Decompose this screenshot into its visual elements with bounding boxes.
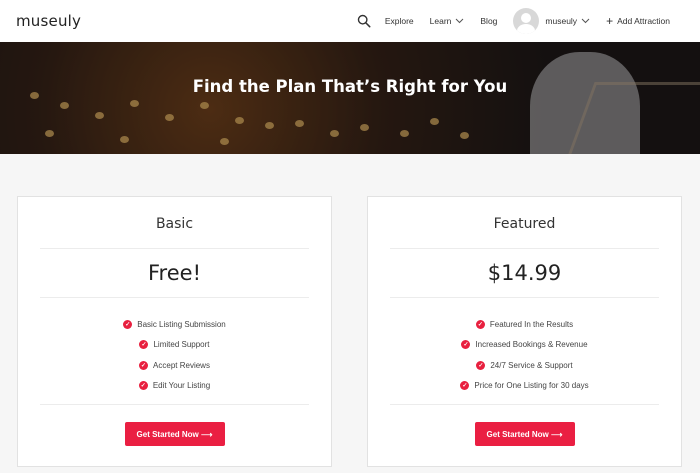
divider [390,404,659,405]
list-item: ✓ Edit Your Listing [18,376,331,397]
nav-blog[interactable]: Blog [480,16,497,26]
get-started-button[interactable]: Get Started Now ⟶ [124,422,225,446]
feature-label: Limited Support [153,340,210,350]
feature-label: 24/7 Service & Support [490,360,573,370]
list-item: ✓ 24/7 Service & Support [368,355,681,376]
plus-icon: + [606,14,614,28]
check-icon: ✓ [476,360,486,370]
list-item: ✓ Limited Support [18,335,331,356]
feature-label: Accept Reviews [153,360,210,370]
list-item: ✓ Featured In the Results [368,314,681,335]
feature-label: Basic Listing Submission [137,319,226,329]
site-logo[interactable]: museuly [16,12,81,30]
get-started-button[interactable]: Get Started Now ⟶ [474,422,575,446]
add-attraction-link[interactable]: + Add Attraction [606,15,670,27]
check-icon: ✓ [461,340,471,350]
feature-label: Price for One Listing for 30 days [474,381,589,391]
search-icon[interactable] [357,14,371,28]
list-item: ✓ Basic Listing Submission [18,314,331,335]
list-item: ✓ Price for One Listing for 30 days [368,376,681,397]
list-item: ✓ Increased Bookings & Revenue [368,335,681,356]
divider [390,248,659,249]
chevron-down-icon [581,18,590,24]
hero-banner [0,42,700,154]
feature-label: Edit Your Listing [152,381,211,391]
plan-name: Basic [155,216,194,232]
plan-price: Free! [148,261,201,285]
divider [40,404,309,405]
feature-label: Featured In the Results [489,319,574,329]
nav-learn-label: Learn [429,16,452,26]
check-icon: ✓ [475,319,485,329]
top-header: museuly Explore Learn Blog museuly + Add… [0,0,700,42]
check-icon: ✓ [123,319,133,329]
user-menu[interactable]: museuly [513,8,590,34]
plan-price: $14.99 [487,261,562,285]
main-nav: Explore Learn Blog museuly + Add Attract… [357,0,670,42]
divider [390,297,659,298]
check-icon: ✓ [139,360,149,370]
nav-learn[interactable]: Learn [430,16,465,26]
plan-card-basic: Basic Free! ✓ Basic Listing Submission ✓ L… [17,196,332,467]
add-attraction-label: Add Attraction [617,16,670,26]
feature-list: ✓ Basic Listing Submission ✓ Limited Suppo… [18,314,331,396]
feature-list: ✓ Featured In the Results ✓ Increased Book… [368,314,681,396]
chevron-down-icon [456,18,464,24]
page-title: Find the Plan That’s Right for You [192,77,508,96]
nav-blog-label: Blog [480,16,498,26]
check-icon: ✓ [139,340,149,350]
plan-card-featured: Featured $14.99 ✓ Featured In the Results… [367,196,682,467]
feature-label: Increased Bookings & Revenue [475,340,588,350]
divider [40,248,309,249]
check-icon: ✓ [138,381,148,391]
user-name: museuly [545,16,578,26]
avatar [513,8,540,34]
divider [40,297,309,298]
nav-explore-label: Explore [384,16,414,26]
list-item: ✓ Accept Reviews [18,355,331,376]
check-icon: ✓ [460,381,470,391]
nav-explore[interactable]: Explore [385,16,414,26]
plan-name: Featured [493,216,556,232]
